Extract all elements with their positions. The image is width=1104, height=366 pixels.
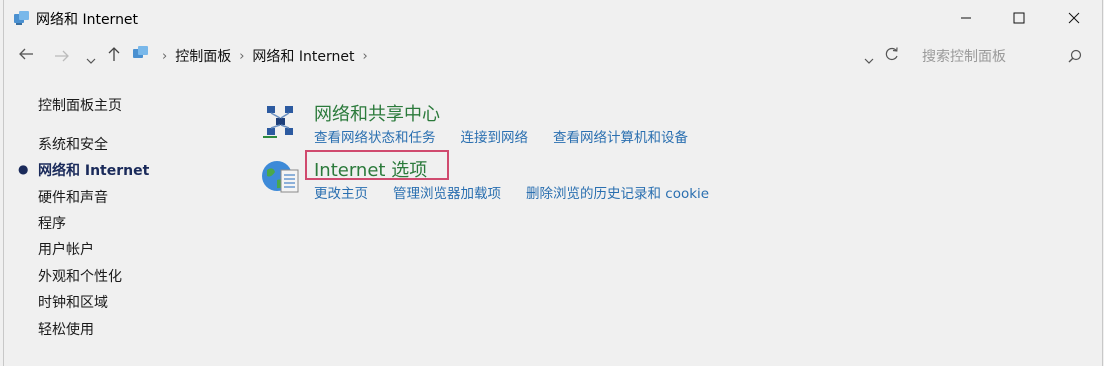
search-input[interactable]: 搜索控制面板 <box>922 46 1092 66</box>
sidebar-item-network-internet[interactable]: 网络和 Internet <box>38 160 149 180</box>
forward-arrow-icon[interactable] <box>54 48 70 68</box>
control-panel-icon <box>132 45 150 65</box>
address-dropdown-chevron-icon[interactable] <box>864 50 874 69</box>
sidebar-item-hardware-sound[interactable]: 硬件和声音 <box>38 187 108 207</box>
up-arrow-icon[interactable] <box>107 46 121 66</box>
link-delete-browsing-history[interactable]: 删除浏览的历史记录和 cookie <box>526 182 709 202</box>
search-icon[interactable] <box>1068 48 1082 67</box>
category-title-internet-options[interactable]: Internet 选项 <box>314 156 427 182</box>
title-bar: 网络和 Internet <box>4 0 1102 36</box>
maximize-button[interactable] <box>996 0 1042 36</box>
active-bullet-icon: ● <box>18 162 29 176</box>
recent-chevron-down-icon[interactable] <box>86 50 96 69</box>
network-center-icon <box>263 104 299 144</box>
sidebar-item-ease-of-access[interactable]: 轻松使用 <box>38 319 94 339</box>
link-change-homepage[interactable]: 更改主页 <box>314 182 368 202</box>
close-button[interactable] <box>1051 0 1097 36</box>
sidebar-item-appearance[interactable]: 外观和个性化 <box>38 266 122 286</box>
maximize-icon <box>1013 12 1025 24</box>
address-bar: › 控制面板 › 网络和 Internet › 搜索控制面板 <box>4 38 1102 72</box>
sidebar-item-clock-region[interactable]: 时钟和区域 <box>38 292 108 312</box>
category-links-network: 查看网络状态和任务 连接到网络 查看网络计算机和设备 <box>314 126 713 146</box>
breadcrumb-separator-icon: › <box>162 48 168 64</box>
breadcrumb-network-internet[interactable]: 网络和 Internet <box>252 46 354 66</box>
sidebar-item-system-security[interactable]: 系统和安全 <box>38 134 108 154</box>
close-icon <box>1068 12 1080 24</box>
breadcrumb-separator-icon: › <box>239 48 245 64</box>
link-connect-to-network[interactable]: 连接到网络 <box>461 126 529 146</box>
window-title: 网络和 Internet <box>36 12 139 28</box>
minimize-button[interactable] <box>943 0 989 36</box>
internet-options-icon <box>261 158 301 200</box>
sidebar-item-programs[interactable]: 程序 <box>38 213 66 233</box>
category-links-internet-options: 更改主页 管理浏览器加载项 删除浏览的历史记录和 cookie <box>314 182 734 202</box>
sidebar-item-control-panel-home[interactable]: 控制面板主页 <box>38 95 122 115</box>
breadcrumb-separator-icon[interactable]: › <box>362 49 367 64</box>
link-manage-browser-addons[interactable]: 管理浏览器加载项 <box>393 182 501 202</box>
breadcrumb: › 控制面板 › 网络和 Internet › <box>154 46 376 66</box>
link-view-network-status[interactable]: 查看网络状态和任务 <box>314 126 436 146</box>
control-panel-icon <box>13 10 31 30</box>
minimize-icon <box>961 17 971 19</box>
breadcrumb-control-panel[interactable]: 控制面板 <box>175 46 231 66</box>
sidebar-item-user-accounts[interactable]: 用户帐户 <box>38 239 94 259</box>
category-title-network-sharing-center[interactable]: 网络和共享中心 <box>314 100 440 126</box>
refresh-icon[interactable] <box>884 46 900 66</box>
link-view-network-computers[interactable]: 查看网络计算机和设备 <box>553 126 688 146</box>
control-panel-window: 网络和 Internet › 控制面板 › 网络和 Internet › 搜索控… <box>3 0 1103 366</box>
back-arrow-icon[interactable] <box>18 46 34 66</box>
